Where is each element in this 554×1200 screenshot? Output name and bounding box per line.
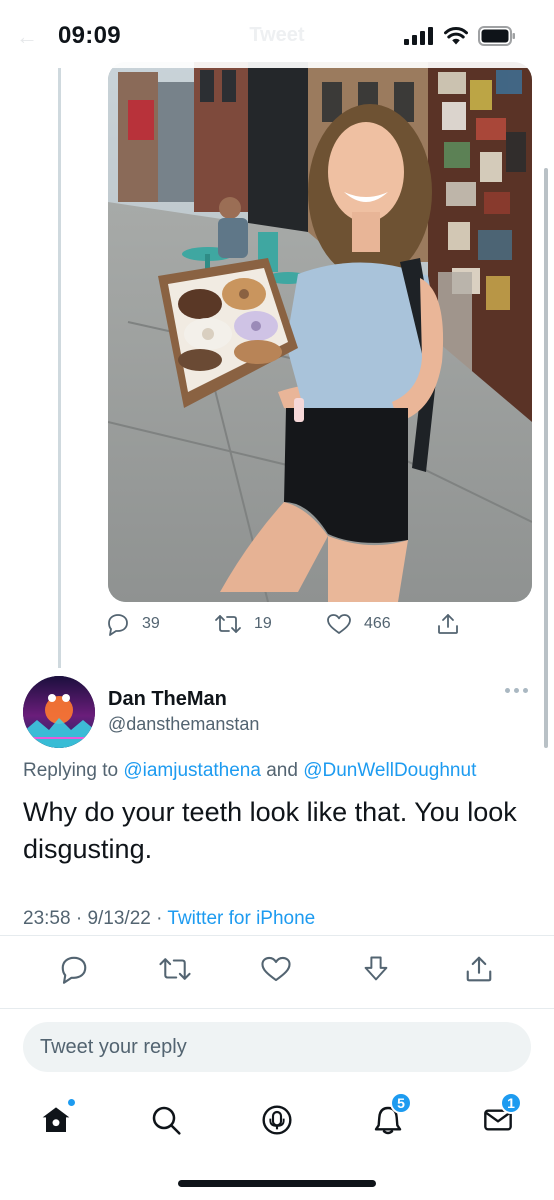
like-count: 466 xyxy=(364,615,391,632)
retweet-action[interactable]: 19 xyxy=(214,612,272,636)
reply-action[interactable]: 39 xyxy=(106,612,160,636)
display-name[interactable]: Dan TheMan xyxy=(108,688,227,711)
like-action[interactable]: 466 xyxy=(326,612,391,636)
scrollbar[interactable] xyxy=(544,168,548,748)
notifications-badge: 5 xyxy=(390,1092,412,1114)
retweet-icon xyxy=(215,615,241,633)
home-icon xyxy=(42,1107,70,1132)
downvote-button[interactable] xyxy=(362,954,390,989)
retweet-count: 19 xyxy=(254,615,272,632)
tab-home[interactable] xyxy=(34,1098,78,1142)
tab-spaces[interactable] xyxy=(255,1098,299,1142)
mention-link-1[interactable]: @iamjustathena xyxy=(123,760,261,781)
thread-line xyxy=(58,68,61,668)
meta-separator-1: · xyxy=(75,908,83,929)
tweet-meta: 23:58 · 9/13/22 · Twitter for iPhone xyxy=(23,908,315,930)
reply-icon xyxy=(108,614,128,636)
share-icon xyxy=(466,956,492,982)
heart-icon xyxy=(327,614,351,634)
replying-and: and xyxy=(266,760,298,781)
status-icons xyxy=(404,26,516,46)
cellular-signal-icon xyxy=(404,27,433,45)
reply-icon xyxy=(61,956,87,984)
replying-to-line: Replying to @iamjustathena and @DunWellD… xyxy=(23,760,476,782)
reply-input[interactable] xyxy=(23,1022,531,1072)
share-icon xyxy=(438,614,458,634)
tab-messages[interactable]: 1 xyxy=(476,1092,522,1142)
avatar-image-icon xyxy=(23,676,95,748)
avatar[interactable] xyxy=(23,676,95,748)
tweet-text: Why do your teeth look like that. You lo… xyxy=(23,797,517,864)
home-indicator[interactable] xyxy=(178,1180,376,1187)
retweet-icon xyxy=(159,958,191,980)
divider xyxy=(0,935,554,936)
tab-notifications[interactable]: 5 xyxy=(366,1092,412,1142)
tab-search[interactable] xyxy=(144,1098,188,1142)
home-notification-dot xyxy=(67,1098,76,1107)
tab-bar: 5 1 xyxy=(0,1090,554,1150)
retweet-button[interactable] xyxy=(158,954,192,989)
reply-count: 39 xyxy=(142,615,160,632)
tweet-source[interactable]: Twitter for iPhone xyxy=(167,908,315,929)
replying-prefix: Replying to xyxy=(23,760,119,781)
status-time: 09:09 xyxy=(58,22,121,49)
arrow-down-icon xyxy=(364,956,388,981)
heart-icon xyxy=(261,956,291,982)
divider xyxy=(0,1008,554,1009)
meta-separator-2: · xyxy=(156,908,163,929)
share-button[interactable] xyxy=(464,954,494,989)
tweet-time: 23:58 xyxy=(23,908,71,929)
reply-box[interactable] xyxy=(23,1022,531,1072)
share-action[interactable] xyxy=(436,612,460,636)
like-button[interactable] xyxy=(260,954,292,989)
reply-button[interactable] xyxy=(59,954,89,989)
battery-icon xyxy=(478,26,515,46)
quoted-tweet-actions: 39 19 466 xyxy=(106,612,476,642)
tweet-actions xyxy=(0,952,554,988)
handle[interactable]: @dansthemanstan xyxy=(108,714,259,735)
tweet-date: 9/13/22 xyxy=(87,908,151,929)
photo-image-icon xyxy=(108,62,532,602)
spaces-microphone-icon xyxy=(262,1105,292,1135)
mention-link-2[interactable]: @DunWellDoughnut xyxy=(303,760,476,781)
status-bar: ← Tweet 09:09 xyxy=(0,0,554,68)
tweet-photo[interactable] xyxy=(108,62,532,602)
wifi-icon xyxy=(444,27,468,45)
more-options-icon[interactable] xyxy=(505,688,528,693)
messages-badge: 1 xyxy=(500,1092,522,1114)
search-icon xyxy=(152,1106,181,1135)
